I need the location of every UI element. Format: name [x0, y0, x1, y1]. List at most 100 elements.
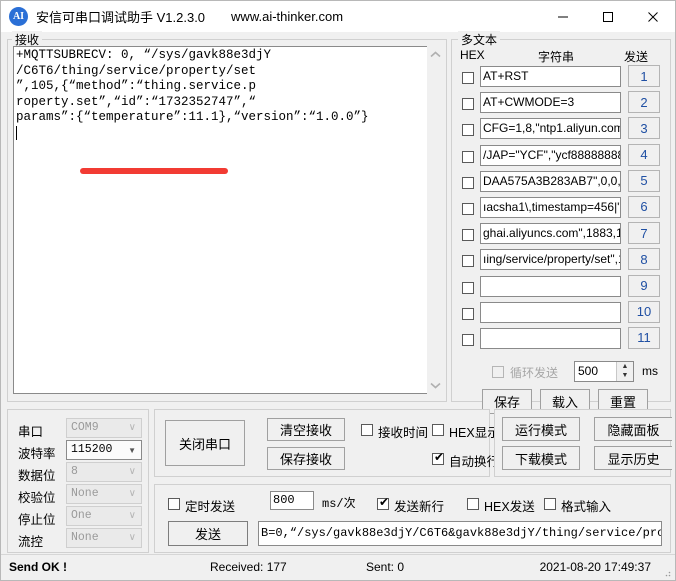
loop-send-checkbox[interactable] — [492, 366, 504, 378]
port-setting-value: None — [71, 487, 99, 500]
check-mark-icon: ✔ — [379, 495, 390, 509]
port-setting-label: 波特率 — [18, 447, 56, 461]
multitext-send-button[interactable]: 3 — [628, 117, 660, 140]
multitext-input[interactable]: ghai.aliyuncs.com",1883,1 — [480, 223, 621, 245]
chevron-up-icon[interactable] — [427, 46, 444, 63]
status-bar: Send OK ! Received: 177 Sent: 0 2021-08-… — [1, 554, 675, 580]
multitext-input[interactable]: /JAP="YCF","ycf88888888" — [480, 144, 621, 166]
spinner-up-icon[interactable]: ▲ — [617, 362, 633, 371]
multitext-send-button[interactable]: 6 — [628, 195, 660, 218]
checkbox-box: ✔ — [377, 495, 390, 510]
multitext-panel: 多文本 HEX 字符串 发送 AT+RST 1 AT+CWMODE=3 2 CFG=1,… — [451, 31, 671, 414]
spinner-down-icon[interactable]: ▼ — [617, 371, 633, 380]
multitext-send-button[interactable]: 7 — [628, 222, 660, 245]
maximize-button[interactable] — [585, 1, 630, 32]
show-history-button[interactable]: 显示历史 — [594, 446, 672, 470]
multitext-hex-checkbox[interactable] — [462, 150, 474, 163]
run-mode-button[interactable]: 运行模式 — [502, 417, 580, 441]
save-receive-button[interactable]: 保存接收 — [267, 447, 345, 470]
multitext-input[interactable] — [480, 301, 621, 323]
send-text-input[interactable]: B=0,“/sys/gavk88e3djY/C6T6&gavk88e3djY/t… — [258, 521, 662, 546]
multitext-row: DAA575A3B283AB7",0,0,"" 5 — [452, 169, 670, 197]
status-sent: Sent: 0 — [366, 560, 405, 574]
port-setting-combo[interactable]: COM9 ∨ — [66, 418, 142, 438]
loop-interval-unit: ms — [642, 364, 658, 378]
port-setting-combo[interactable]: 8 ∨ — [66, 462, 142, 482]
checkbox-box — [544, 498, 556, 510]
auto-wrap-label: 自动换行 — [449, 455, 500, 469]
multitext-send-button[interactable]: 9 — [628, 274, 660, 297]
multitext-send-button[interactable]: 8 — [628, 248, 660, 271]
port-setting-combo[interactable]: 115200 ▼ — [66, 440, 142, 460]
multitext-input[interactable]: CFG=1,8,"ntp1.aliyun.com" — [480, 118, 621, 140]
port-setting-combo[interactable]: None ∨ — [66, 528, 142, 548]
port-setting-combo[interactable]: None ∨ — [66, 484, 142, 504]
multitext-hex-checkbox[interactable] — [462, 72, 474, 84]
multitext-row: /JAP="YCF","ycf88888888" 4 — [452, 143, 670, 171]
port-setting-value: One — [71, 509, 92, 522]
multitext-row: AT+CWMODE=3 2 — [452, 91, 670, 118]
port-setting-label: 停止位 — [18, 513, 56, 527]
chevron-down-icon[interactable] — [427, 377, 444, 394]
close-port-button[interactable]: 关闭串口 — [165, 420, 245, 466]
multitext-input[interactable]: DAA575A3B283AB7",0,0,"" — [480, 170, 621, 192]
multitext-send-button[interactable]: 4 — [628, 143, 660, 166]
hex-display-label: HEX显示 — [449, 426, 500, 440]
loop-send-row: 循环发送 500 ▲ ▼ ms — [452, 361, 670, 384]
minimize-button[interactable] — [540, 1, 585, 32]
title-bar: AI 安信可串口调试助手 V1.2.3.0 www.ai-thinker.com — [1, 1, 675, 32]
multitext-input[interactable]: ıing/service/property/set",1 — [480, 249, 621, 271]
app-logo-icon: AI — [9, 7, 28, 26]
send-interval-input[interactable]: 800 — [270, 491, 314, 510]
send-button[interactable]: 发送 — [168, 521, 248, 546]
multitext-send-button[interactable]: 5 — [628, 169, 660, 192]
multitext-rows: AT+RST 1 AT+CWMODE=3 2 CFG=1,8,"ntp1.aliyun.… — [452, 65, 670, 354]
multitext-row: AT+RST 1 — [452, 65, 670, 92]
hide-panel-button[interactable]: 隐藏面板 — [594, 417, 672, 441]
spinner-buttons[interactable]: ▲ ▼ — [616, 362, 633, 381]
text-caret — [16, 125, 17, 140]
clear-receive-button[interactable]: 清空接收 — [267, 418, 345, 441]
multitext-send-button[interactable]: 10 — [628, 300, 660, 323]
checkbox-box — [467, 498, 479, 510]
multitext-hex-checkbox[interactable] — [462, 176, 474, 189]
port-setting-combo[interactable]: One ∨ — [66, 506, 142, 526]
multitext-send-button[interactable]: 11 — [628, 326, 660, 349]
multitext-hex-checkbox[interactable] — [462, 255, 474, 268]
multitext-send-button[interactable]: 2 — [628, 91, 660, 114]
receive-scrollbar[interactable] — [427, 46, 444, 394]
loop-interval-spinner[interactable]: 500 ▲ ▼ — [574, 361, 634, 382]
multitext-hex-checkbox[interactable] — [462, 229, 474, 242]
multitext-hex-checkbox[interactable] — [462, 333, 474, 346]
multitext-input[interactable] — [480, 327, 621, 349]
multitext-input[interactable]: AT+RST — [480, 66, 621, 87]
hex-send-label: HEX发送 — [484, 500, 535, 514]
port-setting-value: 8 — [71, 465, 78, 478]
multitext-hex-checkbox[interactable] — [462, 281, 474, 294]
status-message: Send OK ! — [9, 560, 68, 574]
multitext-hex-checkbox[interactable] — [462, 98, 474, 111]
app-logo-text: AI — [12, 11, 25, 22]
window-url-text: www.ai-thinker.com — [231, 9, 344, 24]
multitext-hex-checkbox[interactable] — [462, 202, 474, 215]
multitext-input[interactable] — [480, 275, 621, 297]
receive-controls-panel: 关闭串口 清空接收 保存接收 接收时间 HEX显示 ✔ 自动换行 — [154, 409, 500, 477]
receive-time-label: 接收时间 — [378, 426, 429, 440]
multitext-hex-checkbox[interactable] — [462, 124, 474, 137]
multitext-input[interactable]: AT+CWMODE=3 — [480, 92, 621, 114]
send-newline-label: 发送新行 — [394, 500, 445, 514]
red-highlight-annotation — [80, 168, 228, 174]
receive-textarea[interactable]: +MQTTSUBRECV: 0, “/sys/gavk88e3djY /C6T6… — [13, 46, 428, 394]
window-title: 安信可串口调试助手 V1.2.3.0 — [36, 10, 206, 25]
download-mode-button[interactable]: 下载模式 — [502, 446, 580, 470]
column-header-hex: HEX — [460, 48, 485, 62]
multitext-send-button[interactable]: 1 — [628, 65, 660, 87]
multitext-input[interactable]: ıacsha1\,timestamp=456|" — [480, 196, 621, 218]
resize-grip-icon[interactable] — [661, 567, 671, 577]
receive-panel: 接收 +MQTTSUBRECV: 0, “/sys/gavk88e3djY /C… — [7, 31, 447, 402]
checkbox-box: ✔ — [432, 451, 444, 465]
close-button[interactable] — [630, 1, 675, 32]
multitext-header: HEX 字符串 发送 — [452, 48, 670, 64]
multitext-hex-checkbox[interactable] — [462, 307, 474, 320]
checkbox-box — [432, 424, 444, 436]
